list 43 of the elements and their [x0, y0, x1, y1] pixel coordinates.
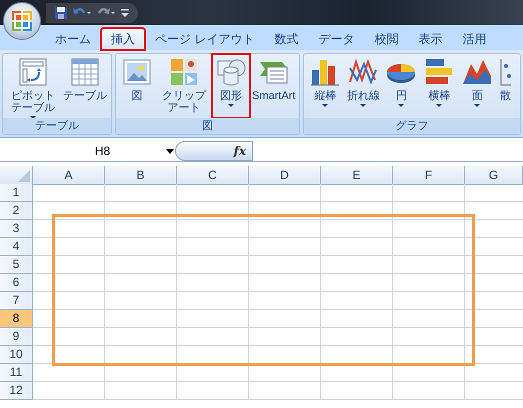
row-header[interactable]: 12 — [0, 382, 33, 400]
column-header[interactable]: A — [33, 166, 105, 185]
row-header[interactable]: 10 — [0, 346, 33, 364]
row-header[interactable]: 9 — [0, 328, 33, 346]
column-header[interactable]: E — [321, 166, 393, 185]
ribbon-tab[interactable]: ページ レイアウト — [145, 28, 264, 50]
ribbon-tab[interactable]: 数式 — [264, 28, 308, 50]
ribbon-button[interactable]: 散 — [496, 54, 514, 118]
ribbon-button[interactable]: テーブル — [61, 54, 109, 118]
ribbon-tab[interactable]: 表示 — [408, 28, 452, 50]
column-header[interactable]: B — [105, 166, 177, 185]
ribbon-button[interactable]: 面 — [458, 54, 496, 118]
ribbon-tab[interactable]: 校閲 — [364, 28, 408, 50]
ribbon-button[interactable]: 横棒 — [420, 54, 458, 118]
row-header[interactable]: 8 — [0, 310, 33, 328]
row-header[interactable]: 2 — [0, 202, 33, 220]
row-header[interactable]: 4 — [0, 238, 33, 256]
column-header[interactable]: D — [249, 166, 321, 185]
ribbon-button[interactable]: SmartArt — [250, 54, 298, 118]
ribbon-tab[interactable]: ホーム — [45, 28, 101, 50]
insert-function-button[interactable]: fx — [175, 140, 253, 160]
row-header[interactable]: 3 — [0, 220, 33, 238]
ribbon-button[interactable]: 図 — [118, 54, 156, 118]
row-header[interactable]: 1 — [0, 184, 33, 202]
ribbon-tab[interactable]: 挿入 — [101, 28, 145, 50]
row-header[interactable]: 11 — [0, 364, 33, 382]
group-label: 図 — [116, 118, 300, 134]
ribbon-button[interactable]: 円 — [382, 54, 420, 118]
row-header[interactable]: 6 — [0, 274, 33, 292]
group-label: テーブル — [3, 118, 111, 134]
ribbon-button[interactable]: クリップアート — [156, 54, 212, 118]
ribbon-button[interactable]: 図形 — [212, 54, 250, 118]
column-header[interactable]: F — [393, 166, 465, 185]
row-header[interactable]: 7 — [0, 292, 33, 310]
name-box[interactable]: H8 — [0, 142, 175, 160]
ribbon-tab[interactable]: 活用 — [452, 28, 496, 50]
ribbon-tab[interactable]: データ — [308, 28, 364, 50]
column-header[interactable]: C — [177, 166, 249, 185]
ribbon-button[interactable]: 縦棒 — [306, 54, 344, 118]
ribbon-button[interactable]: 折れ線 — [344, 54, 382, 118]
group-label: グラフ — [304, 118, 520, 134]
column-header[interactable]: G — [465, 166, 523, 185]
row-header[interactable]: 5 — [0, 256, 33, 274]
